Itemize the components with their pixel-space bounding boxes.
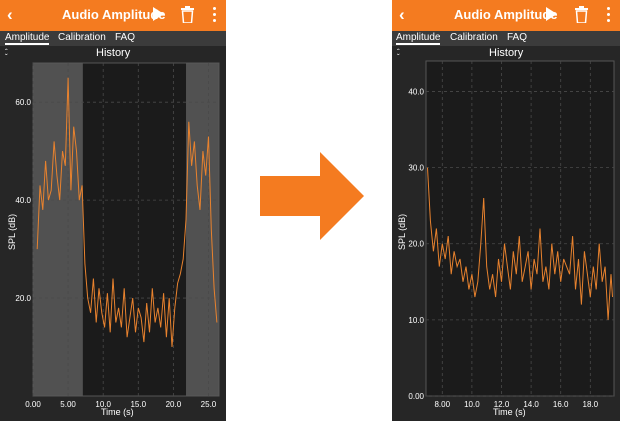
y-tick-label: 0.00 bbox=[408, 392, 424, 401]
x-tick-label: 16.0 bbox=[553, 400, 569, 409]
x-axis-label: Time (s) bbox=[101, 407, 134, 417]
y-axis-label: SPL (dB) bbox=[7, 213, 17, 250]
x-axis-label: Time (s) bbox=[493, 407, 526, 417]
x-tick-label: 5.00 bbox=[60, 400, 76, 409]
plot-area bbox=[425, 60, 615, 397]
selection-range-0[interactable] bbox=[33, 63, 83, 396]
y-axis-label: SPL (dB) bbox=[397, 213, 407, 250]
selection-range-1[interactable] bbox=[186, 63, 219, 396]
x-tick-label: 0.00 bbox=[25, 400, 41, 409]
right-arrow-icon bbox=[260, 152, 364, 240]
y-tick-label: 10.0 bbox=[408, 316, 424, 325]
phone-screen-before: ‹ Audio Amplitude Amplitude Calibration … bbox=[0, 0, 226, 421]
phone-screen-after: ‹ Audio Amplitude Amplitude Calibration … bbox=[392, 0, 620, 421]
y-tick-label: 30.0 bbox=[408, 164, 424, 173]
y-tick-label: 20.0 bbox=[15, 294, 31, 303]
x-tick-label: 20.0 bbox=[166, 400, 182, 409]
x-tick-label: 8.00 bbox=[434, 400, 450, 409]
spl-history-chart[interactable]: 0.00 5.00 10.0 15.0 20.0 25.020.040.060.0 bbox=[0, 0, 226, 421]
x-tick-label: 10.0 bbox=[464, 400, 480, 409]
spl-history-chart[interactable]: 8.00 10.0 12.0 14.0 16.0 18.00.0010.020.030.0… bbox=[392, 0, 620, 421]
y-tick-label: 40.0 bbox=[15, 196, 31, 205]
y-tick-label: 60.0 bbox=[15, 98, 31, 107]
y-tick-label: 20.0 bbox=[408, 240, 424, 249]
x-tick-label: 14.0 bbox=[523, 400, 539, 409]
x-tick-label: 25.0 bbox=[201, 400, 217, 409]
x-tick-label: 18.0 bbox=[583, 400, 599, 409]
y-tick-label: 40.0 bbox=[408, 87, 424, 96]
